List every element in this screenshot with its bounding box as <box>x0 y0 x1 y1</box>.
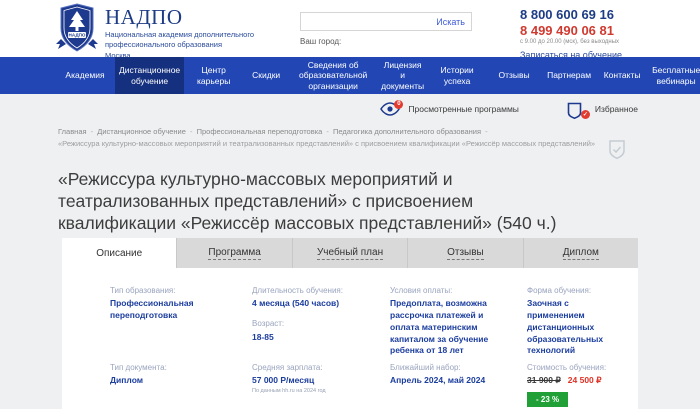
duration-label: Длительность обучения: <box>252 286 343 295</box>
page: НАДПО НАДПО Национальная академия дополн… <box>0 0 700 409</box>
brand-home-link[interactable]: НАДПО НАДПО Национальная академия дополн… <box>56 3 267 60</box>
field-salary: Средняя зарплата: 57 000 Р/месяц По данн… <box>252 363 390 407</box>
viewed-programs-button[interactable]: 0 Просмотренные программы <box>380 99 519 117</box>
price-label: Стоимость обучения: <box>527 363 607 372</box>
nav-item-contacts[interactable]: Контакты <box>596 57 648 94</box>
shield-check-icon[interactable] <box>608 139 626 165</box>
age-value: 18-85 <box>252 331 274 342</box>
breadcrumb-distance-learning[interactable]: Дистанционное обучение <box>97 127 186 136</box>
study-form-label: Форма обучения: <box>527 286 592 295</box>
duration-value: 4 месяца (540 часов) <box>252 298 340 309</box>
search-box: Искать <box>300 12 472 31</box>
education-type-label: Тип образования: <box>110 286 176 295</box>
payment-label: Условия оплаты: <box>390 286 453 295</box>
viewed-count-badge: 0 <box>394 99 404 109</box>
salary-note: По данным hh.ru на 2024 год <box>252 388 326 395</box>
field-education-type: Тип образования: Профессиональная перепо… <box>110 286 252 363</box>
nav-item-distance-learning[interactable]: Дистанционное обучение <box>115 57 185 94</box>
svg-text:НАДПО: НАДПО <box>69 33 86 38</box>
bookmark-shield-icon: ✓ <box>567 102 590 119</box>
salary-label: Средняя зарплата: <box>252 363 323 372</box>
phone-hours: с 9.00 до 20.00 (мск), без выходных <box>520 39 620 46</box>
tab-reviews[interactable]: Отзывы <box>408 238 524 268</box>
breadcrumb: Главная - Дистанционное обучение - Профе… <box>58 126 668 149</box>
eye-icon: 0 <box>380 99 404 117</box>
brand-text: НАДПО Национальная академия дополнительн… <box>105 3 267 60</box>
nav-item-career-center[interactable]: Центр карьеры <box>184 57 243 94</box>
your-city-label[interactable]: Ваш город: <box>300 37 472 46</box>
page-title: «Режиссура культурно-массовых мероприяти… <box>58 169 557 234</box>
field-document-type: Тип документа: Диплом <box>110 363 252 407</box>
payment-value: Предоплата, возможна рассрочка платежей … <box>390 298 489 356</box>
document-type-value: Диплом <box>110 375 144 386</box>
nav-item-license-docs[interactable]: Лицензия и документы <box>377 57 428 94</box>
favorites-badge: ✓ <box>580 109 590 119</box>
price-new: 24 500 ₽ <box>567 375 602 386</box>
main-nav: Академия Дистанционное обучение Центр ка… <box>0 57 700 94</box>
favorites-label: Избранное <box>594 104 638 114</box>
tab-description[interactable]: Описание <box>62 238 178 268</box>
viewed-programs-label: Просмотренные программы <box>408 104 519 114</box>
breadcrumb-links: Главная - Дистанционное обучение - Профе… <box>58 126 668 138</box>
search-button[interactable]: Искать <box>436 17 471 27</box>
search-area: Искать Ваш город: <box>300 12 472 46</box>
brand-subtitle: Национальная академия дополнительного пр… <box>105 30 255 49</box>
nav-item-discounts[interactable]: Скидки <box>243 57 289 94</box>
program-details-card: Тип образования: Профессиональная перепо… <box>62 268 638 409</box>
search-input[interactable] <box>301 16 437 27</box>
tab-curriculum[interactable]: Учебный план <box>293 238 409 268</box>
phone-secondary: 8 499 490 06 81 <box>520 22 614 38</box>
breadcrumb-retraining[interactable]: Профессиональная переподготовка <box>197 127 323 136</box>
document-type-label: Тип документа: <box>110 363 167 372</box>
breadcrumb-separator: - <box>485 127 488 136</box>
age-label: Возраст: <box>252 319 285 329</box>
phone-primary: 8 800 600 69 16 <box>520 7 614 22</box>
education-type-value: Профессиональная переподготовка <box>110 298 194 321</box>
field-payment: Условия оплаты: Предоплата, возможна рас… <box>390 286 527 363</box>
breadcrumb-home[interactable]: Главная <box>58 127 87 136</box>
discount-badge: - 23 % <box>527 392 569 408</box>
nav-item-org-info[interactable]: Сведения об образовательной организации <box>289 57 377 94</box>
price-old: 31 900 ₽ <box>527 375 561 386</box>
tab-program[interactable]: Программа <box>177 238 293 268</box>
breadcrumb-separator: - <box>326 127 329 136</box>
breadcrumb-separator: - <box>190 127 193 136</box>
tab-diploma[interactable]: Диплом <box>524 238 638 268</box>
enrollment-label: Ближайший набор: <box>390 363 461 372</box>
field-price: Стоимость обучения: 31 900 ₽ 24 500 ₽ - … <box>527 363 628 408</box>
tab-program-label: Программа <box>208 246 261 260</box>
tab-reviews-label: Отзывы <box>447 246 484 260</box>
header: НАДПО НАДПО Национальная академия дополн… <box>0 0 700 60</box>
field-enrollment: Ближайший набор: Апрель 2024, май 2024 <box>390 363 527 407</box>
tab-description-label: Описание <box>96 247 143 259</box>
favorites-button[interactable]: ✓ Избранное <box>567 102 638 119</box>
breadcrumb-pedagogy[interactable]: Педагогика дополнительного образования <box>333 127 481 136</box>
crest-icon: НАДПО <box>56 3 98 60</box>
study-form-value: Заочная с применением дистанционных обра… <box>527 298 604 356</box>
nav-item-success-stories[interactable]: Истории успеха <box>428 57 486 94</box>
brand-name: НАДПО <box>105 5 183 29</box>
nav-item-reviews[interactable]: Отзывы <box>486 57 542 94</box>
nav-item-academy[interactable]: Академия <box>55 57 115 94</box>
field-duration-age: Длительность обучения: 4 месяца (540 час… <box>252 286 390 363</box>
subbar: 0 Просмотренные программы ✓ Избранное <box>0 94 700 124</box>
tab-curriculum-label: Учебный план <box>316 246 384 260</box>
salary-value: 57 000 Р/месяц <box>252 375 315 386</box>
details-grid: Тип образования: Профессиональная перепо… <box>110 286 628 408</box>
field-study-form: Форма обучения: Заочная с применением ди… <box>527 286 628 363</box>
breadcrumb-current: «Режиссура культурно-массовых мероприяти… <box>58 138 596 148</box>
nav-item-free-webinars[interactable]: Бесплатные вебинары <box>648 57 700 94</box>
breadcrumb-separator: - <box>90 127 94 136</box>
contacts: 8 800 600 69 16 8 499 490 06 81 с 9.00 д… <box>520 7 622 63</box>
tabs: Описание Программа Учебный план Отзывы Д… <box>62 238 638 268</box>
enrollment-value: Апрель 2024, май 2024 <box>390 375 486 386</box>
nav-item-partners[interactable]: Партнерам <box>542 57 596 94</box>
tab-diploma-label: Диплом <box>562 246 599 260</box>
